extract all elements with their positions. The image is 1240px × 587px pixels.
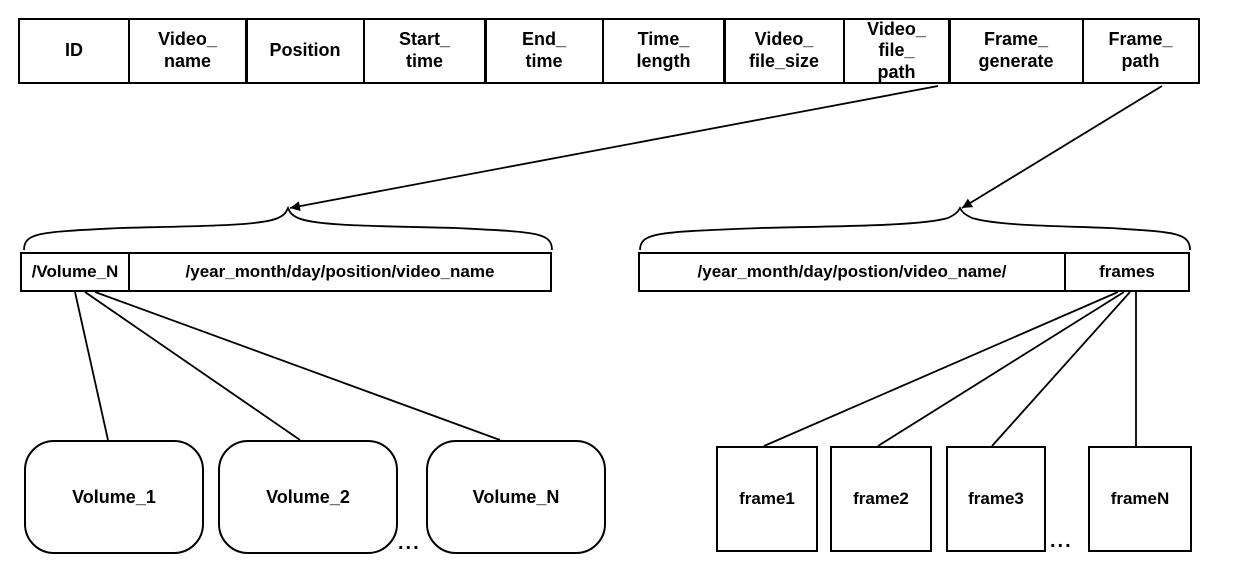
frame-3-box: frame3 — [946, 446, 1046, 552]
volumes-ellipsis: ... — [398, 532, 421, 555]
col-id: ID — [18, 18, 130, 84]
frame-path-breakdown: /year_month/day/postion/video_name/ fram… — [638, 252, 1190, 292]
col-position: Position — [245, 18, 365, 84]
col-video-name: Video_name — [128, 18, 248, 84]
schema-header-row: ID Video_name Position Start_time End_ti… — [18, 18, 1200, 84]
video-path-breakdown: /Volume_N /year_month/day/position/video… — [20, 252, 552, 292]
frame-2-box: frame2 — [830, 446, 932, 552]
col-start-time: Start_time — [363, 18, 487, 84]
frames-cell: frames — [1064, 252, 1190, 292]
col-frame-path: Frame_path — [1082, 18, 1200, 84]
frame-dir-cell: /year_month/day/postion/video_name/ — [638, 252, 1066, 292]
col-video-filesize: Video_file_size — [723, 18, 845, 84]
frame-n-box: frameN — [1088, 446, 1192, 552]
volume-1-box: Volume_1 — [24, 440, 204, 554]
col-frame-generate: Frame_generate — [948, 18, 1084, 84]
video-path-cell: /year_month/day/position/video_name — [128, 252, 552, 292]
volume-2-box: Volume_2 — [218, 440, 398, 554]
volume-n-box: Volume_N — [426, 440, 606, 554]
col-video-filepath: Video_file_path — [843, 18, 951, 84]
volume-n-cell: /Volume_N — [20, 252, 130, 292]
col-end-time: End_time — [484, 18, 604, 84]
frames-ellipsis: ... — [1050, 530, 1073, 553]
frame-1-box: frame1 — [716, 446, 818, 552]
col-time-length: Time_length — [602, 18, 726, 84]
